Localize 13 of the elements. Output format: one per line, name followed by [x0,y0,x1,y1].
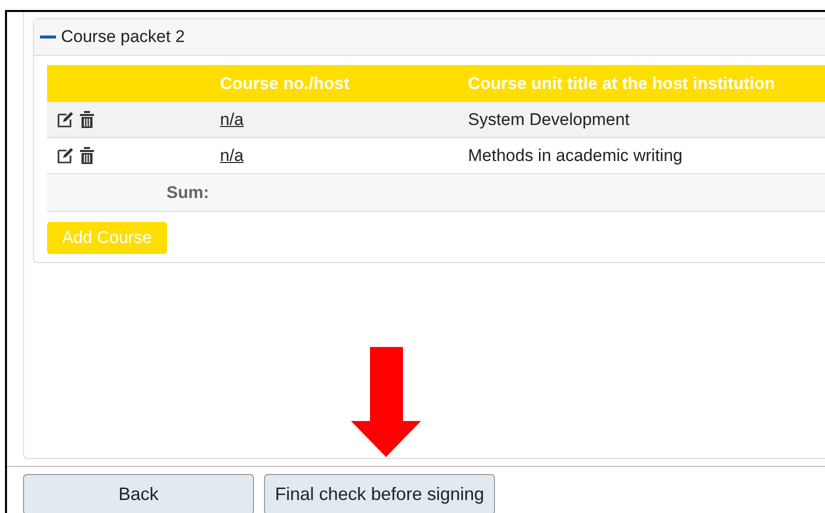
trash-icon[interactable] [80,147,94,164]
edit-icon[interactable] [57,111,74,128]
column-header: Course unit title at the host institution [468,65,825,102]
column-header: Course no./host [220,65,468,102]
back-button[interactable]: Back [23,474,254,513]
table-cell: System Development [468,102,825,138]
course-number-link[interactable]: n/a [220,146,244,164]
trash-icon[interactable] [80,111,94,128]
packet-title: Course packet 2 [61,27,185,47]
sum-label: Sum: [47,174,220,212]
edit-icon[interactable] [57,147,74,164]
final-check-button[interactable]: Final check before signing [264,474,496,513]
course-number-link[interactable]: n/a [220,110,244,128]
